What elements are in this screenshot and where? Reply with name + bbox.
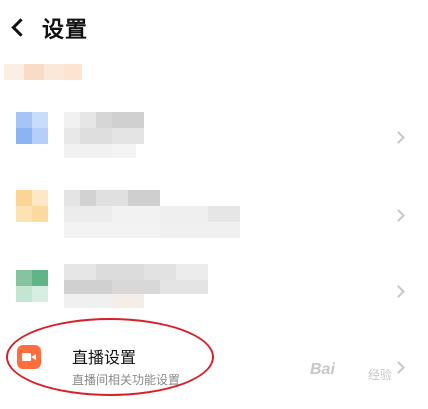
blurred-row-text <box>64 112 144 160</box>
back-icon[interactable] <box>6 14 30 40</box>
settings-row-1[interactable] <box>0 100 428 170</box>
blurred-row-icon <box>16 112 48 144</box>
watermark-text: 经验 <box>368 368 393 382</box>
settings-row-3[interactable] <box>0 256 428 316</box>
page-title: 设置 <box>42 17 89 42</box>
chevron-right-icon <box>394 284 404 298</box>
blurred-row-icon <box>16 190 48 222</box>
chevron-right-icon <box>394 360 404 374</box>
top-bar: 设置 <box>0 0 428 56</box>
blurred-row-text <box>64 190 240 242</box>
watermark-logo: Bai <box>310 361 335 378</box>
blurred-section-header <box>4 64 82 80</box>
highlight-annotation <box>6 318 214 396</box>
chevron-right-icon <box>394 130 404 144</box>
blurred-row-text <box>64 264 208 310</box>
blurred-row-icon <box>16 270 48 302</box>
settings-row-2[interactable] <box>0 180 428 250</box>
chevron-right-icon <box>394 208 404 222</box>
